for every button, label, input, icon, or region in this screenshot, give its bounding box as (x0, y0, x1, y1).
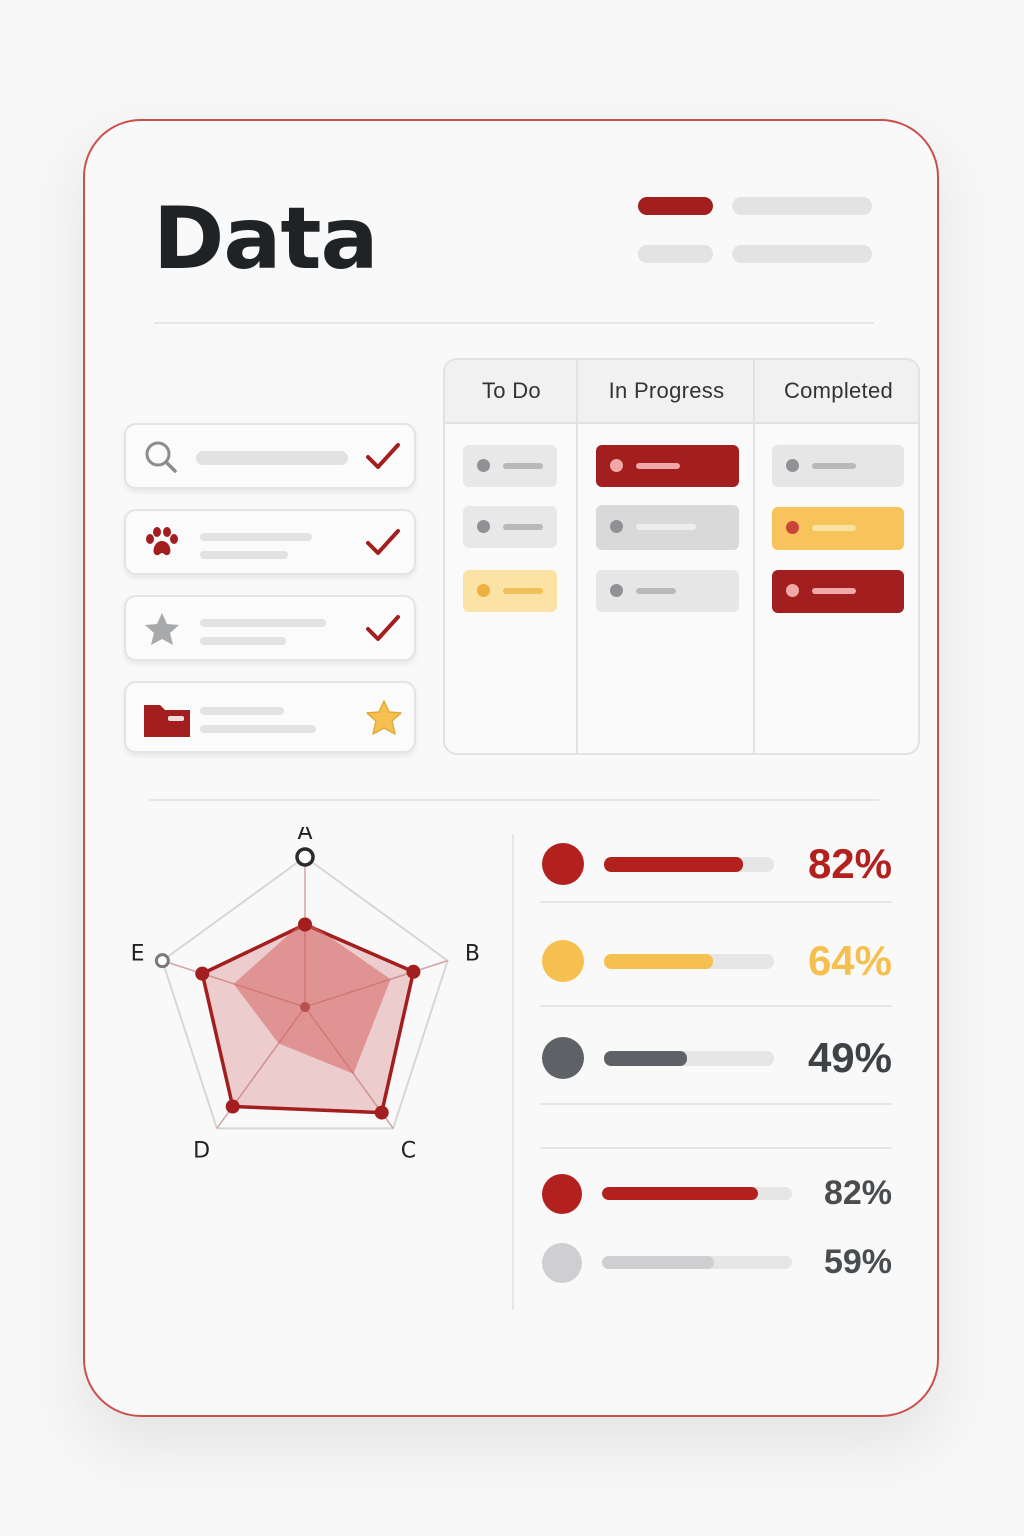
page-title: Data (153, 189, 379, 289)
progress-fill (602, 1256, 715, 1269)
kanban-column-header: In Progress (578, 360, 755, 424)
progress-track (604, 1051, 774, 1066)
radar-marker (295, 847, 315, 867)
metric-row: 82% (540, 1173, 892, 1215)
progress-fill (604, 1051, 688, 1066)
radar-chart: A B C D E (131, 827, 480, 1163)
progress-fill (604, 954, 713, 969)
star-icon (142, 611, 182, 647)
metric-value: 82% (823, 1174, 892, 1212)
folder-icon (142, 699, 192, 737)
list-item[interactable] (124, 423, 416, 489)
row-divider (540, 901, 892, 903)
radar-axis-label: B (465, 942, 480, 967)
progress-track (604, 954, 774, 969)
task-card[interactable] (772, 445, 904, 487)
task-card[interactable] (463, 570, 557, 612)
row-divider (540, 1005, 892, 1007)
progress-fill (604, 857, 744, 872)
metric-row: 82% (540, 839, 892, 889)
column-divider (753, 360, 755, 753)
header-placeholder-bar (638, 245, 713, 263)
radar-axis-label: D (193, 1138, 210, 1163)
radar-point (406, 964, 421, 979)
metric-row: 49% (540, 1033, 892, 1083)
metric-dot (542, 1037, 584, 1079)
progress-fill (602, 1187, 758, 1200)
radar-marker (154, 953, 170, 969)
task-card[interactable] (772, 570, 904, 613)
list-item[interactable] (124, 595, 416, 661)
progress-track (604, 857, 774, 872)
row-divider (540, 1147, 892, 1149)
metric-row: 64% (540, 936, 892, 986)
metric-dot (542, 940, 584, 982)
task-card[interactable] (463, 506, 557, 548)
progress-track (602, 1187, 792, 1200)
radar-point (195, 966, 210, 981)
radar-point (298, 917, 312, 932)
radar-axis-label: A (297, 827, 312, 845)
header-divider (154, 322, 874, 324)
metric-dot (542, 1243, 582, 1283)
progress-track (602, 1256, 792, 1269)
list-item[interactable] (124, 509, 416, 575)
radar-center (300, 1002, 310, 1012)
header-placeholder-bar (732, 245, 872, 263)
task-card[interactable] (596, 570, 739, 612)
metric-value: 49% (807, 1034, 892, 1081)
radar-point (225, 1099, 240, 1114)
radar-axis-label: E (131, 942, 145, 967)
column-divider (576, 360, 578, 753)
row-divider (540, 1103, 892, 1105)
paw-icon (142, 525, 182, 561)
star-icon (364, 699, 402, 735)
metric-dot (542, 1174, 582, 1214)
task-card[interactable] (772, 507, 904, 550)
check-icon (364, 611, 402, 647)
check-icon (364, 525, 402, 561)
search-icon (142, 439, 182, 475)
check-icon (364, 439, 402, 475)
task-card[interactable] (596, 505, 739, 550)
radar-axis-label: C (401, 1138, 416, 1163)
header-tab-active[interactable] (638, 197, 713, 215)
metric-value: 82% (807, 840, 892, 887)
section-divider (512, 834, 514, 1310)
kanban-column-header: Completed (755, 360, 918, 424)
task-card[interactable] (463, 445, 557, 487)
kanban-column-header: To Do (445, 360, 578, 424)
task-card[interactable] (596, 445, 739, 487)
section-divider (149, 799, 879, 801)
metric-dot (542, 843, 584, 885)
header-placeholder-bar (732, 197, 872, 215)
metric-value: 59% (823, 1243, 892, 1281)
radar-point (374, 1105, 389, 1120)
list-item[interactable] (124, 681, 416, 753)
kanban-board: To Do In Progress Completed (443, 358, 920, 755)
metric-value: 64% (807, 937, 892, 984)
dashboard-card: Data To Do In Progress Completed A B C D… (83, 119, 939, 1417)
metric-row: 59% (540, 1242, 892, 1284)
